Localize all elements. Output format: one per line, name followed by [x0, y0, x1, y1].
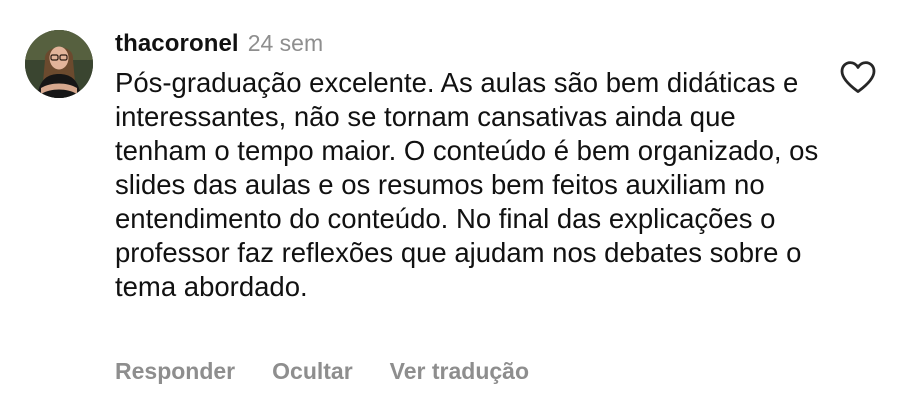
avatar[interactable] — [25, 30, 93, 98]
translate-button[interactable]: Ver tradução — [390, 358, 529, 385]
comment-item: thacoronel 24 sem Pós-graduação excelent… — [0, 0, 918, 411]
avatar-image — [25, 30, 93, 98]
username[interactable]: thacoronel — [115, 30, 239, 58]
like-button[interactable] — [839, 60, 877, 94]
comment-actions: Responder Ocultar Ver tradução — [115, 358, 529, 385]
hide-button[interactable]: Ocultar — [272, 358, 353, 385]
comment-text: Pós-graduação excelente. As aulas são be… — [115, 67, 819, 302]
reply-button[interactable]: Responder — [115, 358, 235, 385]
heart-outline-icon — [840, 61, 876, 93]
timestamp[interactable]: 24 sem — [248, 30, 323, 57]
comment-header: thacoronel 24 sem — [115, 30, 323, 60]
